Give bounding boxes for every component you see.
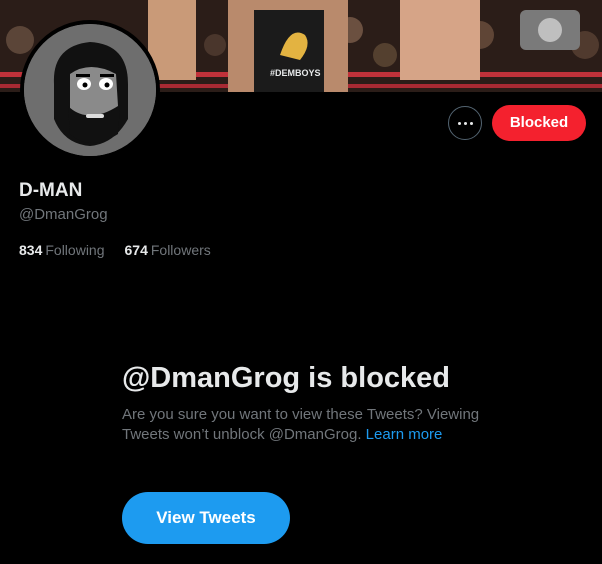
avatar-cartoon-image — [24, 24, 156, 156]
more-horizontal-icon-dot — [469, 121, 473, 125]
profile-handle: @DmanGrog — [19, 206, 108, 223]
banner-shirt-text: #DEMBOYS — [270, 68, 321, 78]
view-tweets-button[interactable]: View Tweets — [122, 492, 290, 544]
following-label: Following — [45, 242, 105, 258]
more-horizontal-icon-dot — [463, 121, 467, 125]
learn-more-link[interactable]: Learn more — [366, 426, 443, 443]
following-link[interactable]: 834 Following — [19, 242, 105, 258]
followers-label: Followers — [150, 242, 211, 258]
following-count: 834 — [19, 242, 43, 258]
followers-link[interactable]: 674 Followers — [125, 242, 211, 258]
display-name: D-MAN — [19, 180, 83, 201]
blocked-button[interactable]: Blocked — [492, 105, 586, 141]
profile-avatar[interactable] — [20, 20, 160, 160]
profile-stats: 834 Following 674 Followers — [19, 242, 211, 258]
more-horizontal-icon — [457, 121, 461, 125]
followers-count: 674 — [124, 242, 148, 258]
blocked-notice-title: @DmanGrog is blocked — [122, 362, 451, 394]
more-options-button[interactable] — [448, 106, 482, 140]
blocked-notice-description: Are you sure you want to view these Twee… — [122, 405, 482, 445]
